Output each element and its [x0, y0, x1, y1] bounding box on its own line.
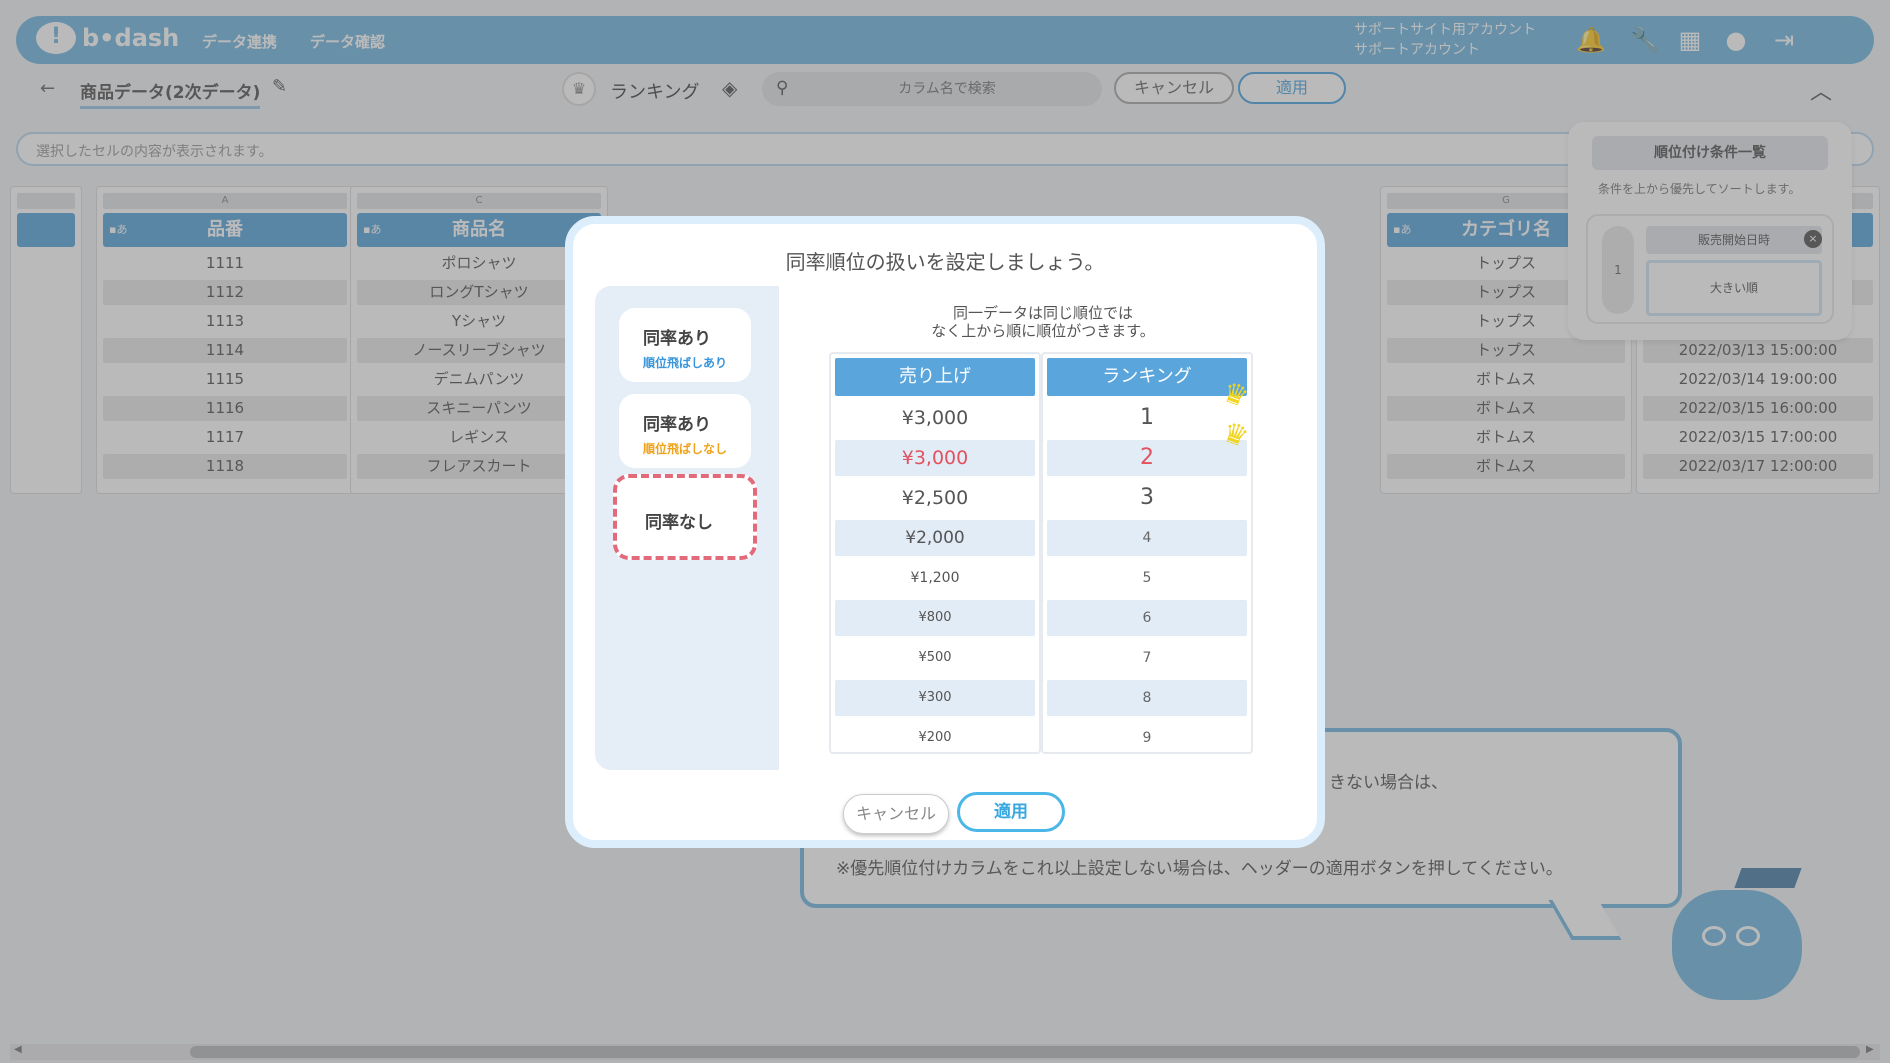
sales-cell: ¥200	[918, 730, 952, 745]
rank-cell: 4	[1047, 520, 1247, 556]
ranking-header: ランキング	[1047, 358, 1247, 396]
sales-cell: ¥2,500	[901, 487, 969, 509]
modal-apply-button[interactable]: 適用	[957, 792, 1065, 832]
option-subtitle: 順位飛ばしなし	[643, 442, 728, 456]
modal-title: 同率順位の扱いを設定しましょう。	[785, 250, 1105, 274]
ranking-table: ランキング 1 2 3 4 5 6 7 8 9	[1041, 352, 1253, 754]
sales-cell: ¥500	[918, 650, 952, 665]
rank-cell: 7	[1142, 650, 1152, 666]
option-subtitle: 順位飛ばしあり	[643, 356, 728, 370]
sales-cell: ¥300	[835, 680, 1035, 716]
option-title: 同率あり	[643, 415, 711, 435]
sales-cell: ¥1,200	[910, 570, 960, 586]
option-title: 同率あり	[643, 329, 711, 349]
sales-cell: ¥800	[835, 600, 1035, 636]
rank-cell: 3	[1140, 485, 1154, 510]
explanation-line-2: なく上から順に順位がつきます。	[931, 322, 1155, 340]
explanation-text: 同一データは同じ順位では なく上から順に順位がつきます。	[779, 304, 1307, 340]
modal-cancel-button[interactable]: キャンセル	[843, 794, 949, 834]
rank-cell: 8	[1047, 680, 1247, 716]
sales-cell: ¥3,000	[901, 407, 969, 429]
explanation-line-1: 同一データは同じ順位では	[952, 304, 1133, 322]
modal-body: 同率あり 順位飛ばしあり 同率あり 順位飛ばしなし 同率なし 同一データは同じ順…	[595, 286, 1307, 770]
sales-cell: ¥3,000	[835, 440, 1035, 476]
sales-table: 売り上げ ¥3,000 ¥3,000 ¥2,500 ¥2,000 ¥1,200 …	[829, 352, 1041, 754]
option-no-tie[interactable]: 同率なし	[613, 474, 757, 560]
sales-header: 売り上げ	[835, 358, 1035, 396]
option-tie-no-skip[interactable]: 同率あり 順位飛ばしなし	[619, 394, 751, 468]
option-tie-with-skip[interactable]: 同率あり 順位飛ばしあり	[619, 308, 751, 382]
tie-ranking-modal: 同率順位の扱いを設定しましょう。 同率あり 順位飛ばしあり 同率あり 順位飛ばし…	[565, 216, 1325, 848]
explanation-panel: 同一データは同じ順位では なく上から順に順位がつきます。 売り上げ ¥3,000…	[779, 286, 1307, 770]
rank-cell: 5	[1142, 570, 1152, 586]
sales-cell: ¥2,000	[835, 520, 1035, 556]
rank-cell: 9	[1142, 730, 1152, 746]
rank-cell: 6	[1047, 600, 1247, 636]
option-title: 同率なし	[645, 513, 713, 533]
